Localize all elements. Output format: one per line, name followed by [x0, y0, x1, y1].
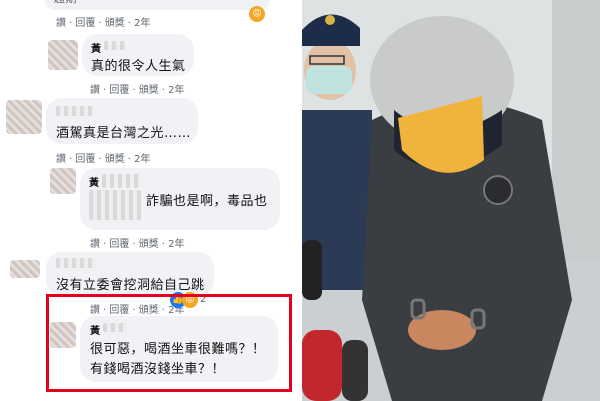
comment-actions-1: 讚 · 回覆 · 頒獎 · 2年: [90, 85, 185, 96]
partial-comment-text: 超期: [54, 0, 77, 6]
reply-link[interactable]: 回覆: [75, 154, 95, 165]
comment-actions-2: 讚 · 回覆 · 頒獎 · 2年: [56, 154, 151, 165]
like-link[interactable]: 讚: [56, 154, 66, 165]
reply-link[interactable]: 回覆: [109, 239, 129, 250]
award-link[interactable]: 頒獎: [139, 239, 159, 250]
time-label: 2年: [168, 85, 185, 96]
blurred-name: [102, 174, 140, 188]
commenter-name[interactable]: 黃: [89, 174, 99, 189]
avatar: [10, 260, 40, 278]
comment-actions-3: 讚 · 回覆 · 頒獎 · 2年: [90, 239, 185, 250]
time-label: 2年: [134, 154, 151, 165]
highlight-box: [46, 294, 292, 392]
partial-comment-bubble: 超期: [44, 0, 270, 10]
time-label: 2年: [134, 18, 151, 29]
reply-link[interactable]: 回覆: [109, 85, 129, 96]
comment-text: 沒有立委會挖洞給自己跳: [56, 278, 205, 293]
avatar: [6, 100, 42, 134]
face-mask: [306, 66, 352, 94]
comment-bubble-1: 黃 真的很令人生氣: [82, 34, 194, 76]
comment-bubble-3: 黃 詐騙也是啊，毒品也: [80, 168, 280, 230]
avatar: [50, 168, 76, 194]
like-link[interactable]: 讚: [56, 18, 66, 29]
news-photo: [302, 0, 600, 401]
arrest-photo: [302, 0, 600, 401]
like-link[interactable]: 讚: [90, 85, 100, 96]
microphone: [302, 240, 322, 300]
comment-text: 酒駕真是台灣之光……: [56, 126, 192, 141]
angry-reaction-icon: 😡: [249, 6, 265, 22]
blurred-name: [104, 41, 126, 50]
award-link[interactable]: 頒獎: [105, 18, 125, 29]
comment-bubble-4: 沒有立委會挖洞給自己跳: [46, 252, 214, 296]
reply-link[interactable]: 回覆: [75, 18, 95, 29]
comment-actions-0: 讚 · 回覆 · 頒獎 · 2年: [56, 18, 151, 29]
commenter-name[interactable]: 黃: [91, 40, 101, 55]
award-link[interactable]: 頒獎: [105, 154, 125, 165]
microphone: [302, 330, 342, 401]
comment-text: 詐騙也是啊，毒品也: [146, 194, 268, 209]
blurred-name: [56, 106, 92, 116]
avatar: [48, 40, 78, 70]
comment-text: 真的很令人生氣: [91, 59, 186, 74]
comment-bubble-2: 酒駕真是台灣之光……: [46, 98, 198, 144]
blurred-name: [56, 258, 96, 268]
blurred-text: [89, 190, 141, 220]
time-label: 2年: [168, 239, 185, 250]
comment-thread: 超期 讚· 回覆· 頒獎· 2年 😡 黃 真的很令人生氣 讚· 回覆· 頒獎· …: [0, 0, 302, 401]
like-link[interactable]: 讚: [90, 239, 100, 250]
award-link[interactable]: 頒獎: [139, 85, 159, 96]
